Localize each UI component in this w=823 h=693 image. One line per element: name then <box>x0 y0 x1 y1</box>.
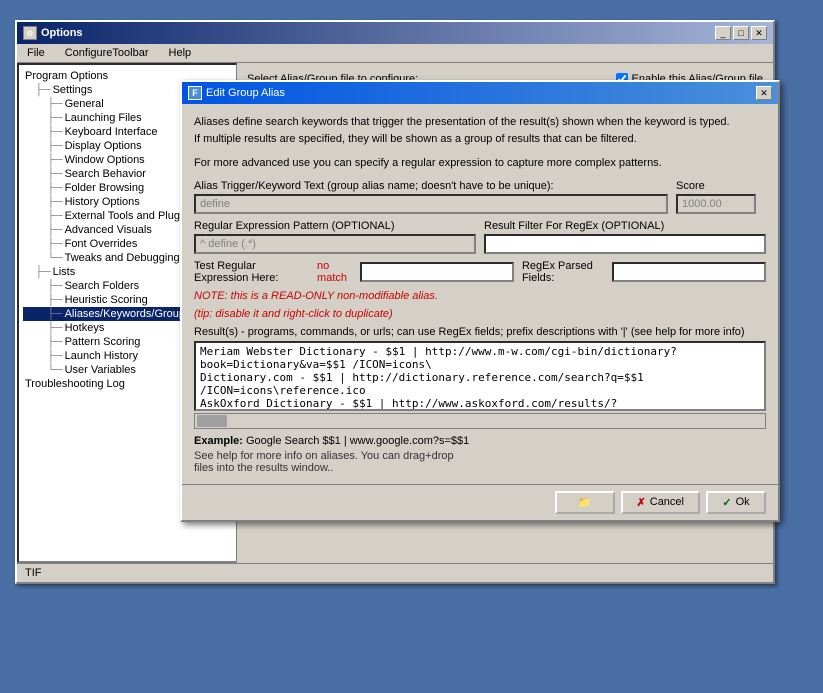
readonly-note1: NOTE: this is a READ-ONLY non-modifiable… <box>194 290 766 302</box>
example-row: Example: Google Search $$1 | www.google.… <box>194 435 766 447</box>
dialog-footer: 📁 ✗ Cancel ✓ Ok <box>182 484 778 520</box>
score-input[interactable] <box>676 194 756 214</box>
readonly-note2: (tip: disable it and right-click to dupl… <box>194 308 766 320</box>
window-title: Options <box>41 27 83 39</box>
hscroll-thumb <box>197 415 227 427</box>
dialog-title-bar: F Edit Group Alias ✕ <box>182 82 778 104</box>
results-textarea[interactable] <box>194 341 766 411</box>
status-label: TIF <box>25 567 42 579</box>
test-regex-input[interactable] <box>360 262 514 282</box>
test-row: Test Regular Expression Here: no match R… <box>194 260 766 284</box>
window-icon: ⚙ <box>23 26 37 40</box>
close-button[interactable]: ✕ <box>751 26 767 40</box>
folder-icon: 📁 <box>578 496 592 509</box>
trigger-label: Alias Trigger/Keyword Text (group alias … <box>194 180 668 192</box>
folder-button[interactable]: 📁 <box>555 491 615 514</box>
dialog-title-text: Edit Group Alias <box>206 87 285 99</box>
menu-bar: File ConfigureToolbar Help <box>17 44 773 63</box>
trigger-group: Alias Trigger/Keyword Text (group alias … <box>194 180 668 214</box>
ok-label: Ok <box>736 496 750 508</box>
trigger-score-row: Alias Trigger/Keyword Text (group alias … <box>194 180 766 214</box>
test-label: Test Regular Expression Here: <box>194 260 309 284</box>
dialog-content: Aliases define search keywords that trig… <box>182 104 778 484</box>
example-value: Google Search $$1 | www.google.com?s=$$1 <box>246 435 469 447</box>
dialog-desc3: For more advanced use you can specify a … <box>194 155 766 172</box>
results-label: Result(s) - programs, commands, or urls;… <box>194 326 766 338</box>
example2: See help for more info on aliases. You c… <box>194 450 766 474</box>
result-filter-label: Result Filter For RegEx (OPTIONAL) <box>484 220 766 232</box>
regex-input[interactable] <box>194 234 476 254</box>
score-group: Score <box>676 180 766 214</box>
result-filter-input[interactable] <box>484 234 766 254</box>
example-bold: Example: <box>194 435 243 447</box>
title-bar: ⚙ Options _ □ ✕ <box>17 22 773 44</box>
menu-file[interactable]: File <box>21 46 51 60</box>
regex-parsed-label: RegEx Parsed Fields: <box>522 260 604 284</box>
results-area <box>194 341 766 411</box>
menu-configuretoolbar[interactable]: ConfigureToolbar <box>59 46 155 60</box>
trigger-input[interactable] <box>194 194 668 214</box>
dialog-icon: F <box>188 86 202 100</box>
dialog-close-button[interactable]: ✕ <box>756 86 772 100</box>
regex-row: Regular Expression Pattern (OPTIONAL) Re… <box>194 220 766 254</box>
cancel-x-icon: ✗ <box>637 496 646 509</box>
regex-parsed-input[interactable] <box>612 262 766 282</box>
dialog-title-left: F Edit Group Alias <box>188 86 285 100</box>
cancel-button[interactable]: ✗ Cancel <box>621 491 700 514</box>
minimize-button[interactable]: _ <box>715 26 731 40</box>
no-match-label: no match <box>317 260 352 284</box>
result-filter-group: Result Filter For RegEx (OPTIONAL) <box>484 220 766 254</box>
score-label: Score <box>676 180 766 192</box>
status-bar: TIF <box>17 563 773 582</box>
ok-button[interactable]: ✓ Ok <box>706 491 766 514</box>
regex-label: Regular Expression Pattern (OPTIONAL) <box>194 220 476 232</box>
title-controls: _ □ ✕ <box>715 26 767 40</box>
edit-group-alias-dialog: F Edit Group Alias ✕ Aliases define sear… <box>180 80 780 522</box>
regex-group: Regular Expression Pattern (OPTIONAL) <box>194 220 476 254</box>
results-hscrollbar[interactable] <box>194 413 766 429</box>
dialog-desc1: Aliases define search keywords that trig… <box>194 114 766 147</box>
cancel-label: Cancel <box>650 496 684 508</box>
ok-check-icon: ✓ <box>722 496 731 509</box>
maximize-button[interactable]: □ <box>733 26 749 40</box>
menu-help[interactable]: Help <box>163 46 198 60</box>
readonly-note-block: NOTE: this is a READ-ONLY non-modifiable… <box>194 290 766 320</box>
title-bar-left: ⚙ Options <box>23 26 83 40</box>
